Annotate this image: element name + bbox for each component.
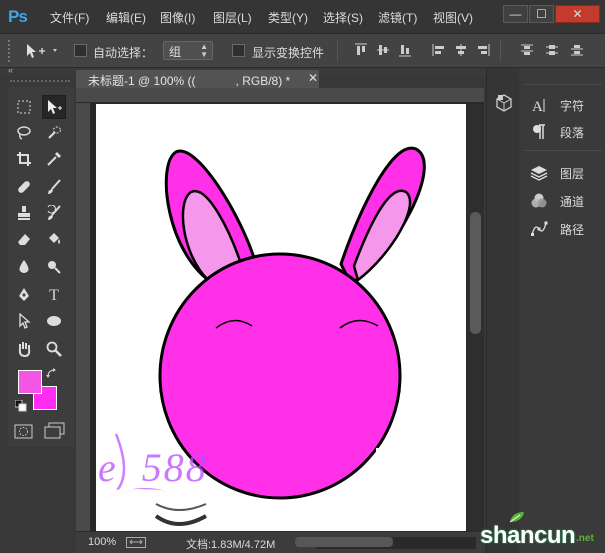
clone-stamp-tool[interactable] <box>12 202 36 226</box>
document-canvas[interactable]: ue 588 <box>96 104 466 531</box>
document-tab-close-icon[interactable]: ✕ <box>308 71 318 85</box>
distribute-vcenter-icon[interactable] <box>545 43 559 57</box>
minimize-button[interactable]: — <box>503 5 528 23</box>
group-select-value: 组 <box>169 45 182 59</box>
menu-view[interactable]: 视图(V) <box>433 9 473 26</box>
document-size-info: 文档:1.83M/4.72M <box>186 539 276 551</box>
eyedropper-tool[interactable] <box>42 148 66 172</box>
panel-divider <box>524 84 602 85</box>
distribute-top-icon[interactable] <box>520 43 534 57</box>
canvas-overlay-blob <box>376 448 426 492</box>
menu-image[interactable]: 图像(I) <box>160 9 195 26</box>
menu-type[interactable]: 类型(Y) <box>268 9 308 26</box>
lasso-tool[interactable] <box>12 122 36 146</box>
collapse-left-icon[interactable]: « <box>8 65 13 75</box>
horizontal-scroll-thumb[interactable] <box>295 537 393 547</box>
hand-tool[interactable] <box>12 338 36 362</box>
align-right-icon[interactable] <box>476 43 490 57</box>
canvas-overlay-text: ue 588 <box>96 445 208 490</box>
vertical-ruler[interactable] <box>76 103 91 531</box>
marquee-tool[interactable] <box>12 96 36 120</box>
show-transform-checkbox[interactable] <box>232 44 245 57</box>
panel-label-channels: 通道 <box>560 195 585 209</box>
zoom-tool[interactable] <box>42 338 66 362</box>
panel-label-paths: 路径 <box>560 223 585 237</box>
paragraph-icon <box>533 124 545 139</box>
align-top-icon[interactable] <box>354 43 368 57</box>
watermark-suffix: .net <box>576 533 594 544</box>
move-tool[interactable] <box>42 95 66 119</box>
crop-tool[interactable] <box>12 148 36 172</box>
dodge-tool[interactable] <box>42 256 66 280</box>
document-tab[interactable]: 未标题-1 @ 100% ((, RGB/8) * ✕ <box>76 70 319 88</box>
brush-tool[interactable] <box>42 176 66 200</box>
grip-handle[interactable] <box>8 40 12 62</box>
horizontal-ruler[interactable] <box>76 88 484 103</box>
panel-item-paths[interactable]: 路径 <box>530 217 600 241</box>
3d-cube-icon[interactable] <box>495 94 513 112</box>
maximize-button[interactable]: ☐ <box>529 5 554 23</box>
menu-filter[interactable]: 滤镜(T) <box>378 9 417 26</box>
path-selection-tool[interactable] <box>12 310 36 334</box>
show-transform-label: 显示变换控件 <box>252 46 325 60</box>
watermark-text: shancun <box>480 522 576 549</box>
panel-item-layers[interactable]: 图层 <box>530 161 600 185</box>
panel-icon-strip <box>486 68 519 553</box>
channels-icon <box>531 193 547 208</box>
quick-mask-icon[interactable] <box>14 424 34 440</box>
stepper-icon: ▲ ▼ <box>200 42 208 59</box>
default-colors-icon[interactable] <box>15 400 27 412</box>
document-tab-title: 未标题-1 @ 100% ((, RGB/8) * <box>88 74 291 88</box>
history-brush-tool[interactable] <box>42 202 66 226</box>
healing-brush-tool[interactable] <box>12 176 36 200</box>
canvas-overlay-arc <box>154 514 207 526</box>
panel-label-paragraph: 段落 <box>560 126 585 140</box>
panel-item-channels[interactable]: 通道 <box>530 189 600 213</box>
panel-label-character: 字符 <box>560 99 585 113</box>
close-button[interactable]: ✕ <box>555 5 600 23</box>
distribute-bottom-icon[interactable] <box>570 43 584 57</box>
options-divider <box>500 40 501 62</box>
status-menu-icon[interactable] <box>126 537 146 548</box>
paint-bucket-tool[interactable] <box>42 228 66 252</box>
screen-mode-icon[interactable] <box>44 422 66 440</box>
panel-divider <box>524 150 602 151</box>
site-watermark: shancun .net <box>478 510 603 550</box>
options-divider <box>337 40 338 62</box>
zoom-level[interactable]: 100% <box>88 536 116 548</box>
move-tool-preset-icon[interactable] <box>22 42 62 60</box>
menu-layer[interactable]: 图层(L) <box>213 9 252 26</box>
align-bottom-icon[interactable] <box>398 43 412 57</box>
photoshop-logo: Ps <box>8 7 28 26</box>
foreground-color-swatch[interactable] <box>18 370 42 394</box>
ellipse-tool[interactable] <box>42 310 66 334</box>
menu-select[interactable]: 选择(S) <box>323 9 363 26</box>
status-bar: 100% 文档:1.83M/4.72M ▶ <box>76 531 484 553</box>
auto-select-dropdown[interactable]: 组 ▲ ▼ <box>163 41 213 60</box>
align-vcenter-icon[interactable] <box>376 43 390 57</box>
paths-icon <box>531 221 548 236</box>
panel-label-layers: 图层 <box>560 167 585 181</box>
canvas-overlay-blob <box>96 489 196 509</box>
align-hcenter-icon[interactable] <box>454 43 468 57</box>
align-left-icon[interactable] <box>432 43 446 57</box>
layers-icon <box>530 166 548 181</box>
vertical-scroll-thumb[interactable] <box>470 212 481 334</box>
auto-select-checkbox[interactable] <box>74 44 87 57</box>
menu-edit[interactable]: 编辑(E) <box>106 9 146 26</box>
quick-selection-tool[interactable] <box>42 122 66 146</box>
menu-file[interactable]: 文件(F) <box>50 9 89 26</box>
toolbar-grip[interactable] <box>10 80 70 84</box>
menu-bar: Ps 文件(F) 编辑(E) 图像(I) 图层(L) 类型(Y) 选择(S) 滤… <box>0 0 605 34</box>
character-icon: A <box>532 99 545 114</box>
panel-item-paragraph[interactable]: 段落 <box>530 120 600 144</box>
eraser-tool[interactable] <box>12 228 36 252</box>
panel-item-character[interactable]: A 字符 <box>530 93 600 117</box>
pen-tool[interactable] <box>12 284 36 308</box>
blur-tool[interactable] <box>12 256 36 280</box>
auto-select-label: 自动选择： <box>93 46 154 60</box>
type-tool[interactable]: T <box>42 284 66 308</box>
svg-text:A: A <box>532 99 543 114</box>
swap-colors-icon[interactable] <box>46 368 58 380</box>
